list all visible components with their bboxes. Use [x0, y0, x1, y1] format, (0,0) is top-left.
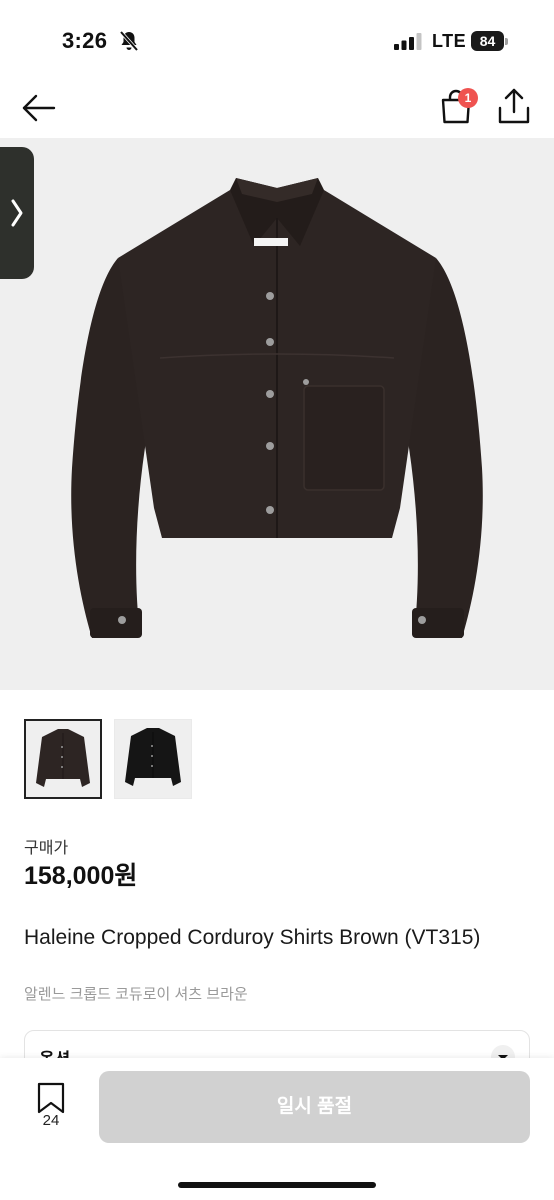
- thumbnail-black[interactable]: [114, 719, 192, 799]
- signal-icon: [394, 33, 422, 50]
- price-value: 158,000원: [24, 862, 138, 890]
- back-arrow-icon[interactable]: [18, 90, 58, 126]
- chevron-right-icon: [11, 199, 23, 227]
- price-label: 구매가: [24, 840, 69, 857]
- product-image[interactable]: [0, 138, 554, 690]
- bell-muted-icon: [119, 30, 139, 52]
- shirt-brown-thumb: [36, 729, 90, 787]
- battery-icon: 84: [471, 31, 509, 51]
- status-bar: 3:26 LTE 84: [0, 0, 554, 80]
- cart-count-badge: 1: [458, 88, 478, 108]
- product-title: Haleine Cropped Corduroy Shirts Brown (V…: [24, 926, 481, 949]
- battery-tip: [505, 38, 508, 45]
- share-icon[interactable]: [496, 86, 532, 126]
- side-panel-tab[interactable]: [0, 147, 34, 279]
- thumbnail-brown[interactable]: [24, 719, 102, 799]
- shirt-black-thumb: [125, 728, 181, 786]
- sold-out-button[interactable]: 일시 품절: [99, 1071, 530, 1143]
- network-label: LTE: [432, 31, 467, 51]
- product-subtitle: 알렌느 크롭드 코듀로이 셔츠 브라운: [24, 986, 248, 1003]
- like-count: 24: [42, 1112, 60, 1129]
- home-indicator: [178, 1182, 376, 1188]
- status-time: 3:26: [62, 28, 108, 53]
- battery-level: 84: [471, 31, 504, 51]
- thumbnail-strip: [24, 719, 204, 799]
- shirt-illustration: [71, 178, 483, 638]
